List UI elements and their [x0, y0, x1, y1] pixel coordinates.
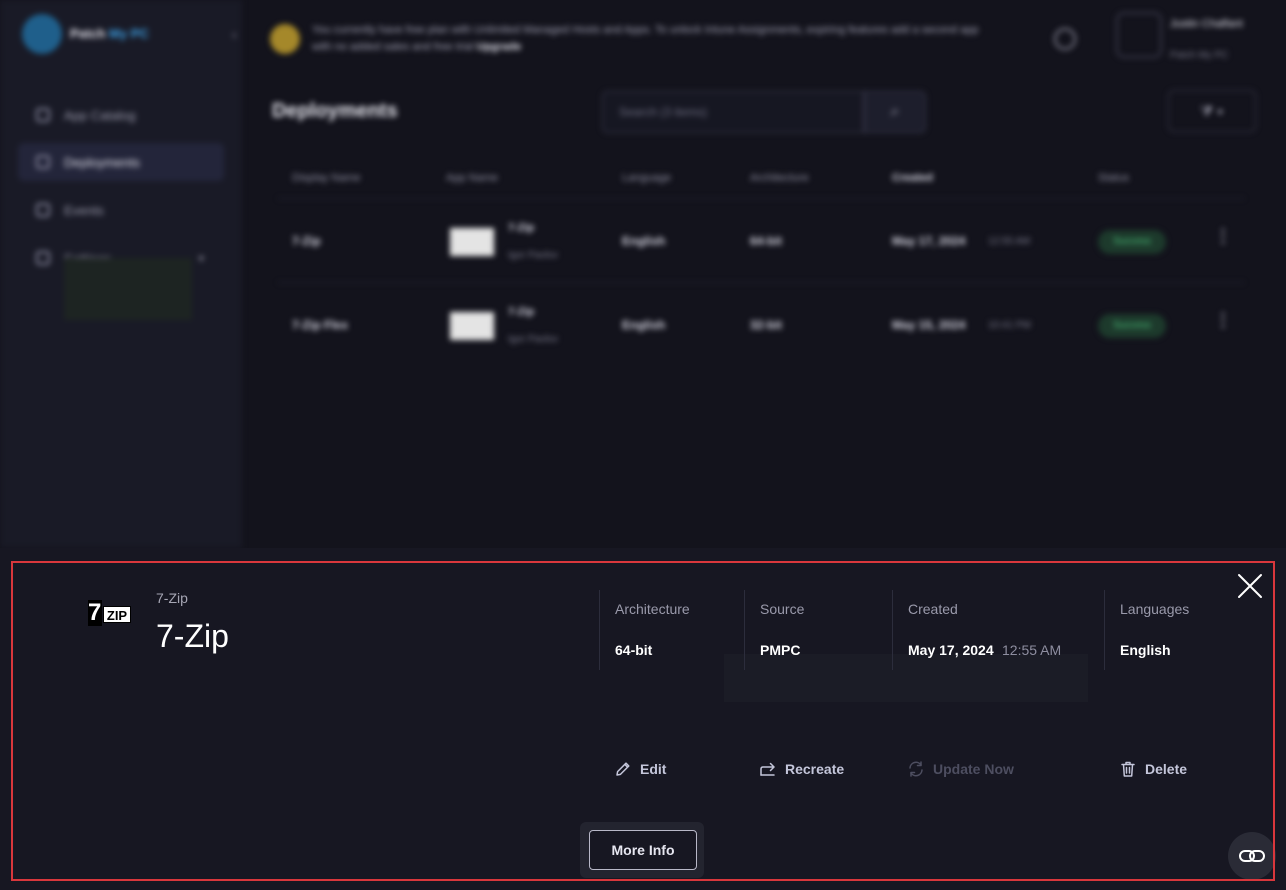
user-name: Justin Chalfant: [1170, 18, 1243, 30]
delete-label: Delete: [1145, 761, 1188, 777]
brand-name: Patch My PC: [70, 26, 149, 41]
language-cell: English: [622, 318, 666, 332]
deploy-icon: [36, 155, 50, 169]
sidebar-item-events[interactable]: Events: [18, 191, 224, 229]
recreate-button[interactable]: Recreate: [759, 759, 844, 779]
logo-seven: 7: [88, 599, 102, 626]
sidebar-item-label: App Catalog: [64, 107, 136, 123]
created-value: May 17, 2024: [908, 642, 994, 658]
page-title: Deployments: [272, 100, 398, 122]
source-label: Source: [760, 601, 805, 617]
divider: [278, 198, 1244, 199]
app-name-cell: 7-Zip: [508, 306, 535, 318]
pencil-icon: [616, 762, 630, 776]
status-badge: Success: [1098, 230, 1166, 254]
languages-label: Languages: [1120, 601, 1190, 617]
column-header[interactable]: Display Name: [292, 172, 360, 184]
app-logo-icon: 7 ZIP: [88, 600, 132, 630]
search-icon: ⌕: [890, 103, 900, 120]
chevron-down-icon: ▾: [198, 252, 204, 265]
divider: [599, 590, 600, 670]
app-title: 7-Zip: [156, 618, 229, 654]
refresh-icon: [909, 761, 923, 777]
gear-icon: [36, 251, 50, 265]
share-forward-icon: [760, 762, 775, 776]
column-header[interactable]: Architecture: [750, 172, 809, 184]
divider: [744, 590, 745, 670]
architecture-value: 64-bit: [615, 642, 653, 658]
created-label: Created: [908, 601, 958, 617]
app-kicker: 7-Zip: [156, 590, 188, 606]
architecture-cell: 64-bit: [750, 234, 783, 248]
edit-button[interactable]: Edit: [614, 759, 666, 779]
created-cell: May 15, 2024: [892, 318, 966, 332]
tooltip-shadow: [724, 654, 1088, 702]
created-cell: May 17, 2024: [892, 234, 966, 248]
divider: [278, 282, 1244, 283]
app-publisher: Igor Pavlov: [508, 334, 559, 345]
notification-bell-icon[interactable]: [1054, 28, 1076, 50]
update-now-label: Update Now: [933, 761, 1014, 777]
logo-zip: ZIP: [103, 606, 131, 623]
filter-icon: ⧩ ▾: [1200, 103, 1224, 119]
update-now-button[interactable]: Update Now: [907, 759, 1014, 779]
architecture-label: Architecture: [615, 601, 690, 617]
display-name-cell: 7-Zip Flex: [292, 318, 349, 332]
link-icon: [1239, 850, 1265, 862]
plan-banner: You currently have free plan with Unlimi…: [312, 22, 992, 56]
search-input[interactable]: Search (3 items): [602, 91, 864, 133]
upgrade-link[interactable]: Upgrade: [477, 41, 522, 53]
settings-submenu: [64, 258, 192, 320]
banner-text: You currently have free plan with Unlimi…: [312, 24, 979, 53]
edit-label: Edit: [640, 761, 667, 777]
app-icon: [450, 312, 494, 340]
avatar[interactable]: [1116, 12, 1162, 58]
more-info-button[interactable]: More Info: [589, 830, 697, 870]
delete-button[interactable]: Delete: [1119, 759, 1187, 779]
app-name-cell: 7-Zip: [508, 222, 535, 234]
link-toggle-button[interactable]: [1228, 832, 1276, 880]
app-icon: [450, 228, 494, 256]
column-header[interactable]: Created: [892, 172, 933, 184]
languages-value: English: [1120, 642, 1171, 658]
created-time: 12:55 AM: [988, 236, 1031, 247]
grid-icon: [36, 108, 50, 122]
architecture-cell: 32-bit: [750, 318, 783, 332]
sidebar-item-label: Deployments: [64, 154, 140, 170]
app-publisher: Igor Pavlov: [508, 250, 559, 261]
trash-icon: [1121, 761, 1135, 777]
source-value: PMPC: [760, 642, 801, 658]
sidebar-item-deployments[interactable]: Deployments: [18, 143, 224, 181]
user-org: Patch My PC: [1170, 50, 1229, 61]
divider: [1104, 590, 1105, 670]
search-button[interactable]: ⌕: [864, 91, 926, 133]
language-cell: English: [622, 234, 666, 248]
more-options-icon[interactable]: ⋮: [1214, 226, 1232, 247]
collapse-sidebar-icon[interactable]: ‹: [232, 26, 237, 42]
close-icon: [1238, 574, 1262, 598]
brand-logo-icon: [22, 14, 62, 54]
close-button[interactable]: [1234, 570, 1266, 602]
created-time: 10:41 PM: [988, 320, 1031, 331]
filter-button[interactable]: ⧩ ▾: [1168, 90, 1256, 132]
column-header[interactable]: App Name: [446, 172, 498, 184]
column-header[interactable]: Status: [1098, 172, 1129, 184]
info-badge-icon: [270, 24, 300, 54]
background-app: Patch My PC ‹ App Catalog Deployments Ev…: [0, 0, 1286, 548]
sidebar-item-app-catalog[interactable]: App Catalog: [18, 96, 224, 134]
column-header[interactable]: Language: [622, 172, 671, 184]
sidebar: Patch My PC ‹ App Catalog Deployments Ev…: [0, 0, 242, 548]
divider: [892, 590, 893, 670]
sidebar-item-label: Events: [64, 202, 104, 218]
recreate-label: Recreate: [785, 761, 845, 777]
status-badge: Success: [1098, 314, 1166, 338]
more-options-icon[interactable]: ⋮: [1214, 310, 1232, 331]
calendar-icon: [36, 203, 50, 217]
display-name-cell: 7-Zip: [292, 234, 321, 248]
created-time: 12:55 AM: [1002, 642, 1062, 658]
